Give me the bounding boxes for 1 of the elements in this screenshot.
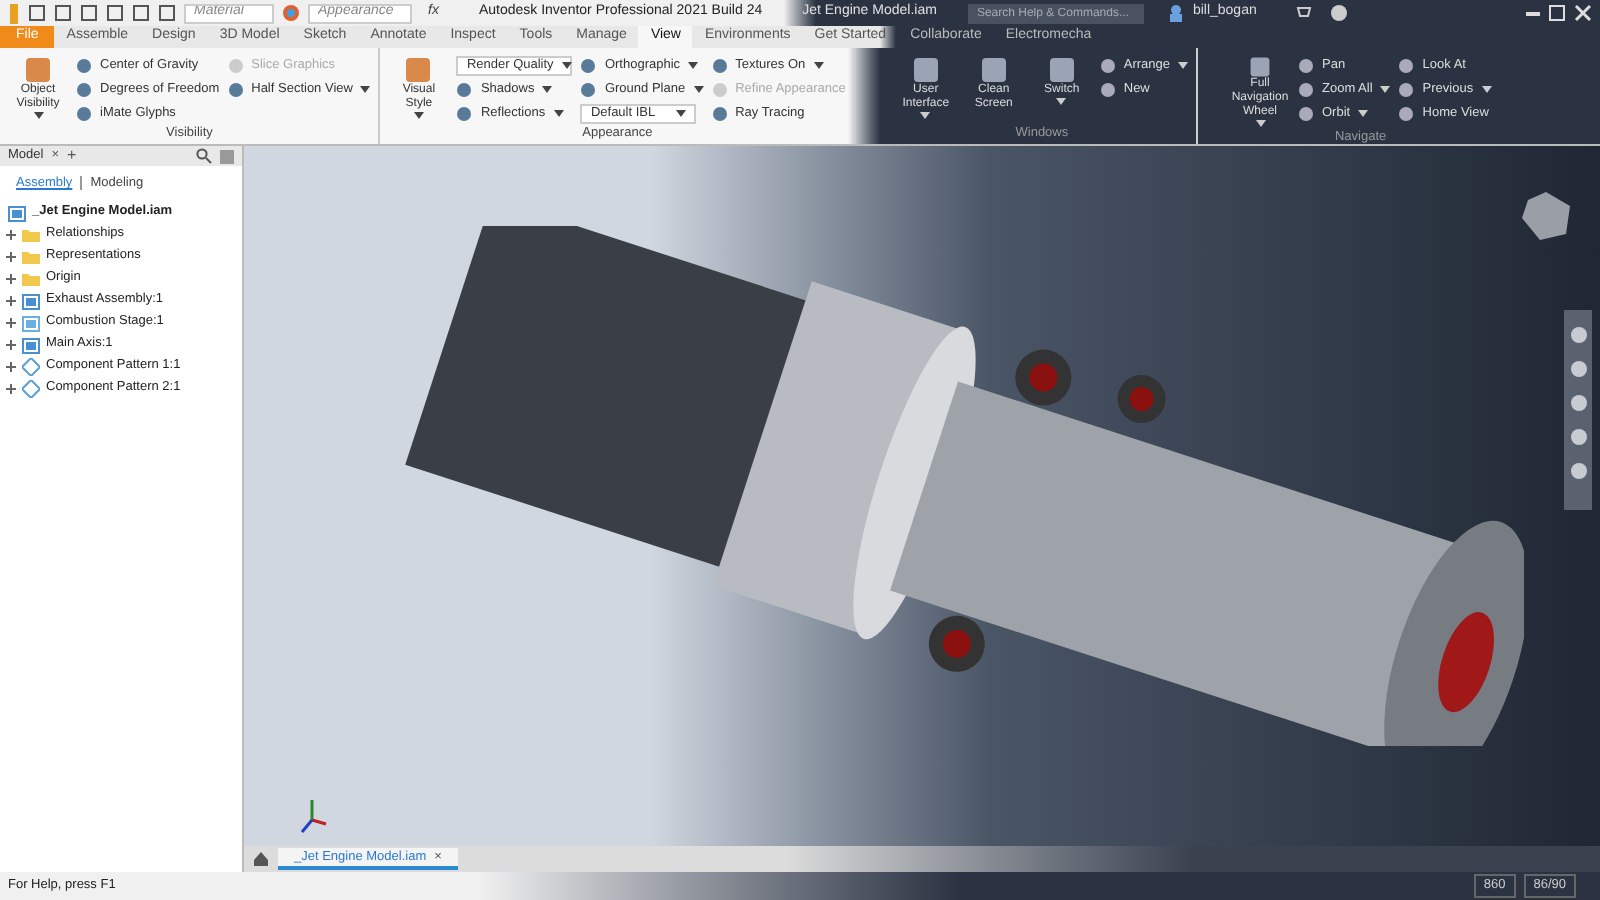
add-tab-button[interactable]: + (67, 144, 77, 168)
